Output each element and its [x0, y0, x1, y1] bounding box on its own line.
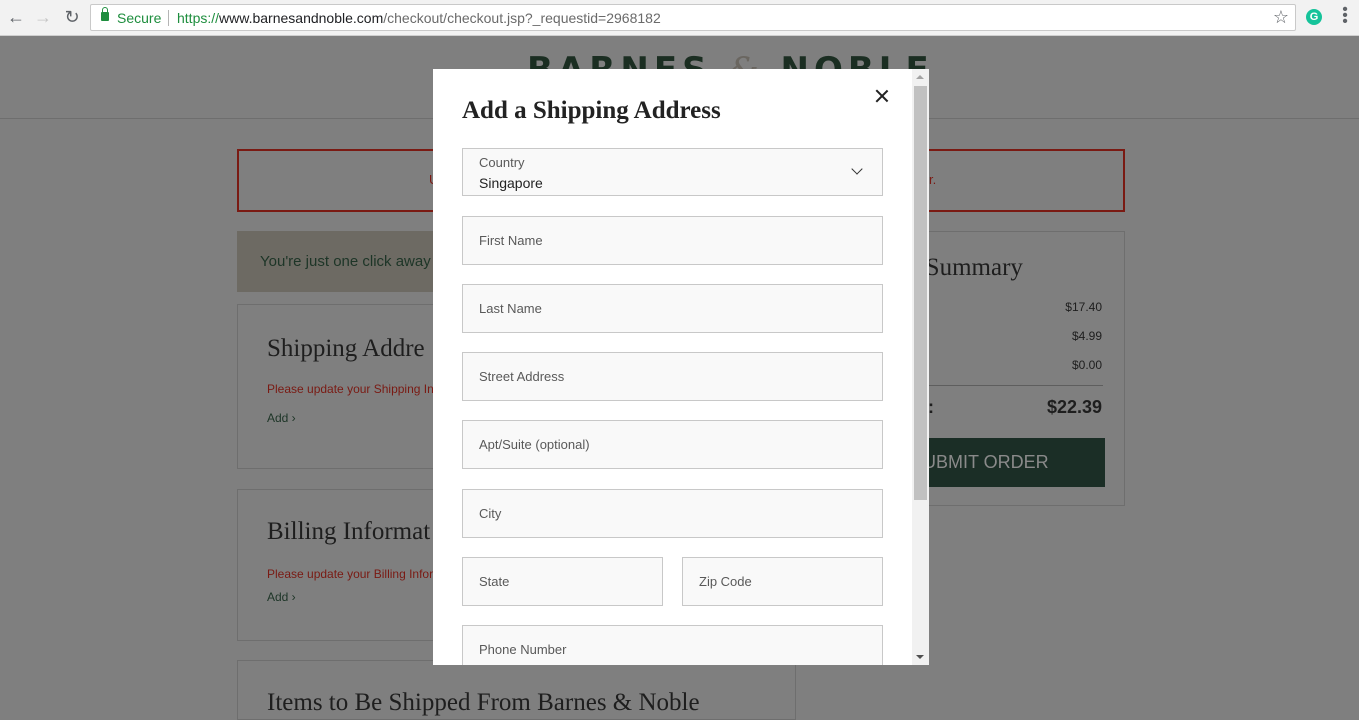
arrow-right-icon: →: [34, 7, 52, 27]
apt-suite-input[interactable]: Apt/Suite (optional): [462, 420, 883, 469]
first-name-placeholder: First Name: [479, 233, 543, 248]
first-name-input[interactable]: First Name: [462, 216, 883, 265]
country-value: Singapore: [479, 175, 543, 191]
street-address-input[interactable]: Street Address: [462, 352, 883, 401]
city-input[interactable]: City: [462, 489, 883, 538]
forward-button[interactable]: →: [32, 6, 54, 28]
add-shipping-link[interactable]: Add ›: [267, 411, 296, 425]
url-scheme: https://: [177, 10, 220, 26]
error-text-end: r.: [929, 172, 937, 187]
items-shipped-card: Items to Be Shipped From Barnes & Noble: [237, 660, 796, 720]
last-name-input[interactable]: Last Name: [462, 284, 883, 333]
url-path: /checkout/checkout.jsp?_requestid=296818…: [383, 10, 661, 26]
chevron-down-icon: [851, 163, 863, 175]
country-select[interactable]: Country Singapore: [462, 148, 883, 196]
tax-value: $0.00: [1071, 358, 1102, 372]
city-placeholder: City: [479, 506, 502, 521]
url-text[interactable]: https://www.barnesandnoble.com/checkout/…: [177, 10, 661, 26]
browser-toolbar: ← → ↻ Secure https://www.barnesandnoble.…: [0, 0, 1359, 36]
state-placeholder: State: [479, 574, 510, 589]
modal-title: Add a Shipping Address: [462, 97, 721, 124]
street-placeholder: Street Address: [479, 369, 565, 384]
zip-code-input[interactable]: Zip Code: [682, 557, 883, 606]
star-icon[interactable]: ☆: [1273, 7, 1289, 28]
phone-placeholder: Phone Number: [479, 642, 567, 657]
scroll-down-arrow-icon[interactable]: [916, 655, 924, 659]
modal-scrollbar[interactable]: [912, 69, 929, 665]
lock-icon: [101, 7, 109, 21]
reload-button[interactable]: ↻: [61, 6, 83, 28]
arrow-left-icon: ←: [7, 7, 25, 27]
billing-info-title: Billing Informat: [267, 518, 431, 545]
url-host: www.barnesandnoble.com: [219, 10, 384, 26]
shipping-address-title: Shipping Addre: [267, 335, 425, 362]
divider: [168, 10, 169, 26]
security-label: Secure: [117, 10, 162, 26]
back-button[interactable]: ←: [5, 6, 27, 28]
billing-warning: Please update your Billing Infor: [267, 567, 434, 581]
scroll-up-arrow-icon[interactable]: [916, 75, 924, 79]
submit-order-button[interactable]: UBMIT ORDER: [923, 438, 1105, 487]
address-bar[interactable]: Secure https://www.barnesandnoble.com/ch…: [90, 4, 1296, 31]
subtotal-value: $17.40: [1065, 300, 1102, 314]
promo-text: You're just one click away f: [260, 253, 440, 270]
zip-placeholder: Zip Code: [699, 574, 752, 589]
last-name-placeholder: Last Name: [479, 301, 542, 316]
more-vert-icon[interactable]: • • •: [1340, 2, 1350, 30]
add-shipping-address-modal: Add a Shipping Address Country Singapore…: [433, 69, 929, 665]
items-section-title: Items to Be Shipped From Barnes & Noble: [267, 689, 700, 716]
add-billing-link[interactable]: Add ›: [267, 590, 296, 604]
grammarly-extension-icon[interactable]: G: [1306, 9, 1322, 25]
reload-icon: ↻: [64, 7, 80, 27]
close-icon[interactable]: [872, 86, 892, 106]
shipping-value: $4.99: [1071, 329, 1102, 343]
total-value: $22.39: [1046, 397, 1102, 417]
scrollbar-thumb[interactable]: [914, 86, 927, 500]
summary-divider: [923, 385, 1103, 386]
phone-number-input[interactable]: Phone Number: [462, 625, 883, 665]
state-input[interactable]: State: [462, 557, 663, 606]
shipping-warning: Please update your Shipping Inf: [267, 382, 438, 396]
apt-placeholder: Apt/Suite (optional): [479, 437, 590, 452]
country-label: Country: [479, 155, 525, 170]
